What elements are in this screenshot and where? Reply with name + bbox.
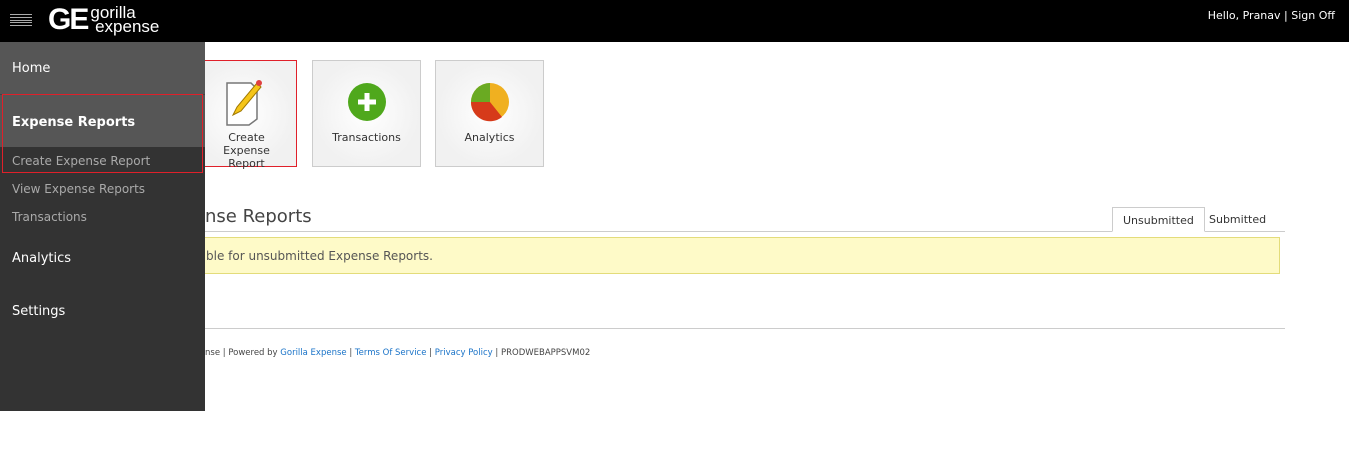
sidebar-item-home[interactable]: Home <box>0 42 205 94</box>
sidebar-item-settings[interactable]: Settings <box>0 284 205 337</box>
sidebar-item-analytics[interactable]: Analytics <box>0 231 205 284</box>
sidebar-item-transactions[interactable]: Transactions <box>0 203 205 231</box>
footer: nse | Powered by Gorilla Expense | Terms… <box>205 348 591 358</box>
privacy-link[interactable]: Privacy Policy <box>435 348 493 358</box>
analytics-tile[interactable]: Analytics <box>435 60 544 167</box>
sign-off-link[interactable]: Sign Off <box>1291 9 1335 22</box>
tab-unsubmitted[interactable]: Unsubmitted <box>1112 207 1205 232</box>
green-plus-icon <box>313 73 420 131</box>
tab-submitted[interactable]: Submitted <box>1199 207 1276 232</box>
sidebar-item-view-expense-reports[interactable]: View Expense Reports <box>0 175 205 203</box>
pencil-paper-icon <box>189 73 296 131</box>
user-greeting: Hello, Pranav | Sign Off <box>1207 9 1335 22</box>
transactions-tile[interactable]: Transactions <box>312 60 421 167</box>
footer-divider <box>190 328 1285 329</box>
hamburger-menu-icon[interactable] <box>10 14 32 26</box>
pie-chart-icon <box>436 73 543 131</box>
terms-link[interactable]: Terms Of Service <box>355 348 427 358</box>
section-title: nse Reports <box>205 206 312 227</box>
top-bar: GE gorilla expense Hello, Pranav | Sign … <box>0 0 1349 42</box>
gorilla-expense-logo[interactable]: GE gorilla expense <box>48 4 159 35</box>
gorilla-expense-link[interactable]: Gorilla Expense <box>280 348 346 358</box>
highlight-box <box>2 94 203 173</box>
empty-notice: ble for unsubmitted Expense Reports. <box>190 237 1280 274</box>
